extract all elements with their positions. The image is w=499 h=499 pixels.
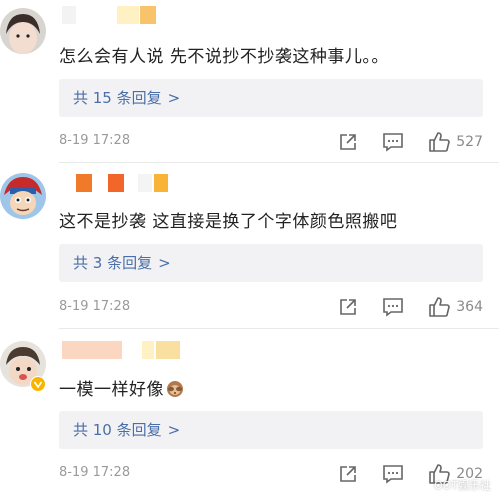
comment-button[interactable]: [382, 297, 404, 317]
view-replies-button[interactable]: 共 3 条回复 >: [59, 244, 483, 282]
comment-text: 怎么会有人说 先不说抄不抄袭这种事儿。。: [59, 47, 389, 67]
like-count: 364: [456, 299, 483, 315]
comment-icon: [383, 465, 404, 484]
watermark: OOT娱乐社: [433, 479, 491, 492]
divider: [59, 162, 499, 163]
share-icon: [340, 134, 357, 150]
timestamp: 8-19 17:28: [59, 465, 131, 480]
divider: [59, 328, 499, 329]
view-replies-button[interactable]: 共 15 条回复 >: [59, 79, 483, 117]
view-replies-button[interactable]: 共 10 条回复 >: [59, 411, 483, 449]
like-button[interactable]: 364: [428, 296, 483, 318]
replies-label: 共 3 条回复: [73, 254, 153, 272]
share-button[interactable]: [338, 132, 358, 152]
replies-label: 共 15 条回复: [73, 89, 162, 107]
timestamp: 8-19 17:28: [59, 299, 131, 314]
like-count: 527: [456, 134, 483, 150]
comment-text-content: 一模一样好像: [59, 380, 164, 400]
thumbs-up-icon: [429, 297, 451, 317]
comment-icon: [383, 133, 404, 152]
verified-badge-icon: [30, 376, 46, 392]
avatar[interactable]: [0, 173, 46, 219]
timestamp: 8-19 17:28: [59, 133, 131, 148]
comment-item: 怎么会有人说 先不说抄不抄袭这种事儿。。 共 15 条回复 > 8-19 17:2…: [0, 0, 499, 165]
share-button[interactable]: [338, 297, 358, 317]
action-bar: 527: [338, 131, 483, 153]
comment-button[interactable]: [382, 132, 404, 152]
share-icon: [340, 299, 357, 315]
avatar[interactable]: [0, 8, 46, 54]
comment-icon: [383, 298, 404, 317]
username-mosaic[interactable]: [76, 174, 176, 192]
comment-text: 一模一样好像: [59, 375, 184, 400]
thumbs-up-icon: [429, 132, 451, 152]
comment-item: 一模一样好像 共 10 条回复 > 8-19 17:28 202: [0, 331, 499, 499]
share-icon: [340, 466, 357, 482]
like-button[interactable]: 527: [428, 131, 483, 153]
username-mosaic[interactable]: [62, 6, 172, 24]
chevron-right-icon: >: [158, 254, 171, 272]
action-bar: 364: [338, 296, 483, 318]
chevron-right-icon: >: [167, 89, 181, 107]
share-button[interactable]: [338, 464, 358, 484]
comment-text: 这不是抄袭 这直接是换了个字体颜色照搬吧: [59, 212, 398, 232]
comment-item: 这不是抄袭 这直接是换了个字体颜色照搬吧 共 3 条回复 > 8-19 17:28…: [0, 165, 499, 331]
replies-label: 共 10 条回复: [73, 421, 162, 439]
comment-button[interactable]: [382, 464, 404, 484]
chevron-right-icon: >: [167, 421, 181, 439]
username-mosaic[interactable]: [62, 341, 182, 359]
see-no-evil-monkey-icon: [167, 381, 183, 397]
